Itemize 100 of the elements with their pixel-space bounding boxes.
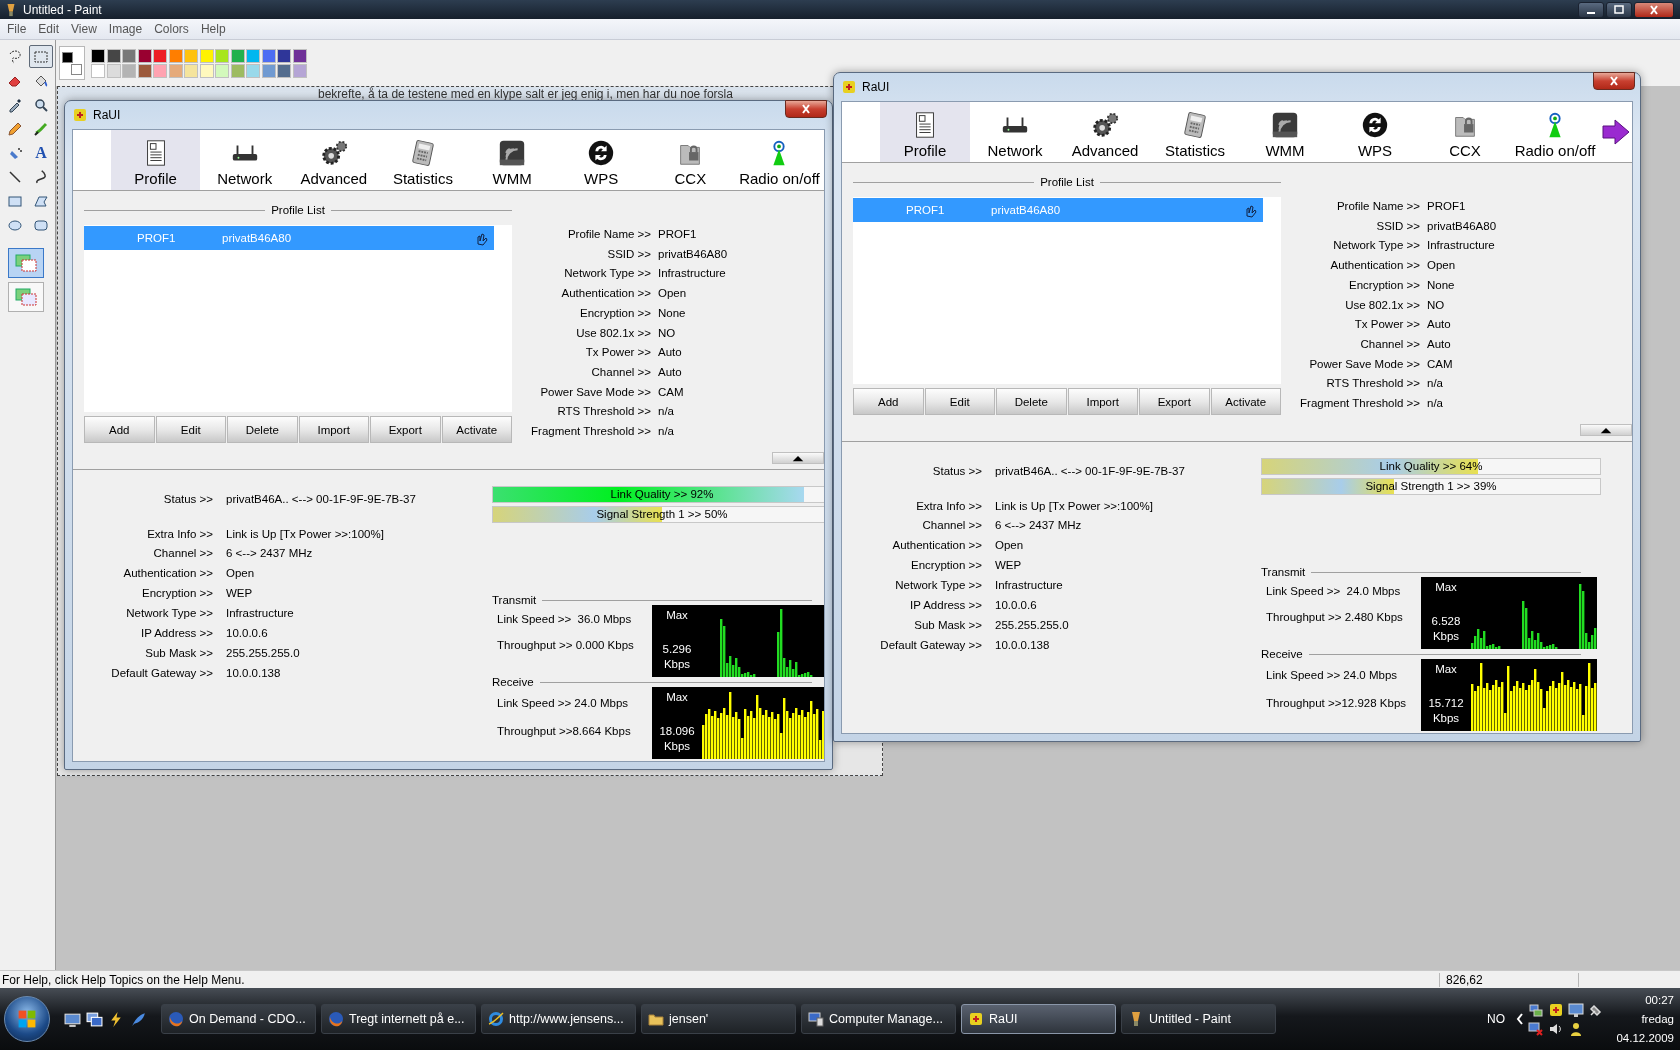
app-icon[interactable]: [1548, 1001, 1564, 1018]
maximize-button[interactable]: [1606, 1, 1632, 18]
color-swatch[interactable]: [199, 63, 214, 78]
menu-item[interactable]: Edit: [32, 22, 66, 36]
color-swatch[interactable]: [215, 63, 229, 78]
action-button[interactable]: Export: [1139, 388, 1210, 415]
color-swatch[interactable]: [106, 48, 121, 63]
color-swatch[interactable]: [168, 48, 183, 63]
action-button[interactable]: Edit: [155, 416, 226, 443]
color-swatch[interactable]: [261, 48, 276, 63]
tab[interactable]: WPS: [1330, 102, 1420, 162]
network-error-icon[interactable]: [1528, 1020, 1544, 1037]
shapes-icon: [14, 287, 38, 307]
color-swatch[interactable]: [261, 63, 276, 78]
menu-item[interactable]: View: [65, 22, 103, 36]
color-swatch[interactable]: [137, 63, 152, 78]
tool-button[interactable]: A: [29, 141, 53, 164]
collapse-button[interactable]: [1580, 424, 1632, 436]
menu-item[interactable]: Colors: [148, 22, 195, 36]
clock-day[interactable]: fredag: [1641, 1009, 1674, 1029]
graph-peak: 5.296: [662, 642, 692, 657]
taskbar-button[interactable]: Untitled - Paint: [1121, 1004, 1276, 1034]
tab[interactable]: Network: [200, 130, 290, 190]
tab[interactable]: CCX: [645, 130, 735, 190]
action-button[interactable]: Import: [1067, 388, 1138, 415]
option-button[interactable]: [8, 248, 44, 278]
action-button[interactable]: Add: [84, 416, 155, 443]
color-swatch[interactable]: [292, 48, 307, 63]
color-swatch[interactable]: [292, 63, 307, 78]
color-swatch[interactable]: [246, 48, 260, 63]
color-swatch[interactable]: [91, 48, 105, 63]
color-swatch[interactable]: [153, 48, 167, 63]
tab[interactable]: WMM: [1240, 102, 1330, 162]
network-icon[interactable]: [1528, 1001, 1544, 1018]
start-button[interactable]: [4, 996, 50, 1042]
tab[interactable]: WMM: [467, 130, 557, 190]
chevron-icon[interactable]: [1515, 1011, 1525, 1027]
action-button[interactable]: Activate: [441, 416, 512, 443]
tab[interactable]: Profile: [880, 102, 970, 162]
menu-item[interactable]: Help: [194, 22, 232, 36]
action-button[interactable]: Import: [298, 416, 369, 443]
taskbar-button[interactable]: http://www.jensens...: [481, 1004, 636, 1034]
action-button[interactable]: Activate: [1210, 388, 1281, 415]
taskbar-button[interactable]: Computer Manage...: [801, 1004, 956, 1034]
tab[interactable]: Radio on/off: [1510, 102, 1600, 162]
windows-stack-icon[interactable]: [86, 1010, 103, 1028]
taskbar-button[interactable]: Tregt internett på e...: [321, 1004, 476, 1034]
color-swatch[interactable]: [230, 48, 245, 63]
action-button[interactable]: Add: [853, 388, 924, 415]
color-swatch[interactable]: [277, 48, 291, 63]
triangle-up-icon: [1599, 426, 1613, 434]
tab[interactable]: CCX: [1420, 102, 1510, 162]
language-indicator[interactable]: NO: [1487, 1012, 1505, 1026]
action-button[interactable]: Delete: [227, 416, 298, 443]
tool-button[interactable]: [29, 45, 53, 68]
tab[interactable]: WPS: [556, 130, 646, 190]
color-swatch[interactable]: [246, 63, 260, 78]
person-icon[interactable]: [1568, 1020, 1584, 1037]
foreground-color-swatch[interactable]: [62, 52, 73, 63]
color-swatch[interactable]: [277, 63, 291, 78]
color-swatch[interactable]: [168, 63, 183, 78]
color-swatch[interactable]: [122, 48, 136, 63]
close-button[interactable]: [785, 100, 827, 118]
taskbar-button[interactable]: RaUI: [961, 1004, 1116, 1034]
taskbar-button[interactable]: jensen': [641, 1004, 796, 1034]
close-button[interactable]: [1593, 72, 1635, 90]
minimize-button[interactable]: [1578, 1, 1604, 18]
tab[interactable]: Advanced: [289, 130, 379, 190]
monitor-icon[interactable]: [1568, 1001, 1584, 1018]
color-swatch[interactable]: [106, 63, 121, 78]
background-color-swatch[interactable]: [71, 64, 82, 75]
clock-date[interactable]: 04.12.2009: [1616, 1028, 1674, 1048]
menu-item[interactable]: Image: [102, 22, 149, 36]
option-button[interactable]: [8, 282, 44, 312]
color-swatch[interactable]: [137, 48, 152, 63]
color-swatch[interactable]: [153, 63, 167, 78]
tab[interactable]: Advanced: [1060, 102, 1150, 162]
menu-item[interactable]: File: [1, 22, 33, 36]
color-swatch[interactable]: [230, 63, 245, 78]
clock-time[interactable]: 00:27: [1645, 990, 1674, 1010]
color-swatch[interactable]: [215, 48, 229, 63]
collapse-button[interactable]: [772, 452, 824, 464]
feather-icon[interactable]: [130, 1010, 147, 1028]
color-swatch[interactable]: [184, 48, 198, 63]
link-speed: Link Speed >> 24.0 Mbps: [1266, 668, 1399, 683]
tab[interactable]: Statistics: [1150, 102, 1240, 162]
tab[interactable]: Network: [970, 102, 1060, 162]
action-button[interactable]: Edit: [924, 388, 995, 415]
action-button[interactable]: Export: [370, 416, 441, 443]
color-swatch[interactable]: [199, 48, 214, 63]
close-button[interactable]: [1634, 1, 1674, 18]
taskbar-button[interactable]: On Demand - CDO...: [161, 1004, 316, 1034]
color-swatch[interactable]: [91, 63, 105, 78]
color-swatch[interactable]: [122, 63, 136, 78]
color-swatch[interactable]: [184, 63, 198, 78]
tab[interactable]: Radio on/off: [734, 130, 824, 190]
tab[interactable]: Statistics: [378, 130, 468, 190]
tab[interactable]: Profile: [111, 130, 201, 190]
close-icon: [800, 104, 812, 114]
action-button[interactable]: Delete: [996, 388, 1067, 415]
